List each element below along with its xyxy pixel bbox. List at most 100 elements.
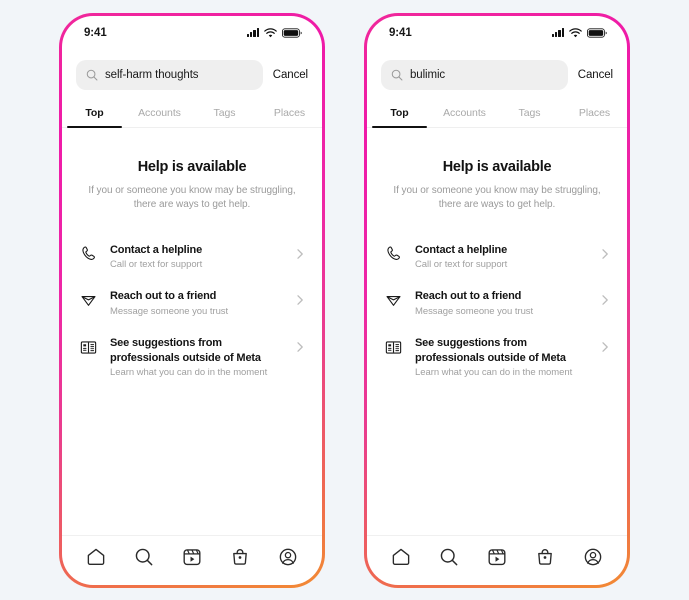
option-title: Reach out to a friend [415, 290, 522, 303]
option-title: Contact a helpline [415, 243, 508, 256]
tab-accounts[interactable]: Accounts [127, 101, 192, 127]
profile-icon [583, 547, 603, 567]
nav-home[interactable] [81, 544, 111, 570]
tab-top[interactable]: Top [367, 101, 432, 128]
tab-top[interactable]: Top [62, 101, 127, 128]
status-time: 9:41 [389, 26, 412, 39]
help-content: Help is available If you or someone you … [62, 128, 322, 535]
option-description: Call or text for support [415, 259, 508, 271]
help-subtitle: If you or someone you know may be strugg… [88, 184, 296, 211]
cancel-button[interactable]: Cancel [273, 69, 308, 81]
book-icon [383, 337, 403, 357]
option-text: Contact a helpline Call or text for supp… [110, 243, 282, 272]
screenshot-stage: 9:41 self-harm thoughts Cancel Top Accou… [0, 0, 689, 600]
chevron-right-icon [294, 289, 306, 306]
bottom-navigation-bar [62, 534, 322, 585]
option-text: Contact a helpline Call or text for supp… [415, 243, 587, 272]
send-icon [78, 290, 98, 310]
shop-icon [535, 547, 555, 567]
shop-icon [230, 547, 250, 567]
nav-home[interactable] [386, 544, 416, 570]
search-icon [391, 69, 403, 81]
send-icon [383, 290, 403, 310]
reels-icon [182, 547, 202, 567]
battery-icon [282, 27, 302, 38]
option-text: Reach out to a friend Message someone yo… [415, 289, 587, 318]
book-icon [78, 337, 98, 357]
option-contact-helpline[interactable]: Contact a helpline Call or text for supp… [76, 234, 308, 281]
option-title: Contact a helpline [110, 243, 203, 256]
status-time: 9:41 [84, 26, 107, 39]
chevron-right-icon [294, 336, 306, 353]
search-input-value: bulimic [410, 68, 446, 81]
search-input[interactable]: self-harm thoughts [76, 59, 263, 90]
option-text: Reach out to a friend Message someone yo… [110, 289, 282, 318]
option-title: See suggestions from professionals outsi… [415, 337, 566, 364]
tab-places[interactable]: Places [257, 101, 322, 127]
tab-places[interactable]: Places [562, 101, 627, 127]
search-input[interactable]: bulimic [381, 59, 568, 90]
phone-screen-1: 9:41 self-harm thoughts Cancel Top Accou… [62, 15, 322, 585]
nav-shop[interactable] [530, 544, 560, 570]
bottom-navigation-bar [367, 534, 627, 585]
reels-icon [487, 547, 507, 567]
option-contact-helpline[interactable]: Contact a helpline Call or text for supp… [381, 234, 613, 281]
help-title: Help is available [137, 158, 247, 175]
home-icon [391, 547, 411, 567]
chevron-right-icon [599, 289, 611, 306]
search-tabs: Top Accounts Tags Places [62, 101, 322, 128]
option-professional-suggestions[interactable]: See suggestions from professionals outsi… [381, 327, 613, 388]
phone-mockup-2: 9:41 bulimic Cancel Top Accounts Tags Pl… [364, 12, 630, 588]
nav-reels[interactable] [177, 544, 207, 570]
option-title: See suggestions from professionals outsi… [110, 337, 261, 364]
search-icon [439, 547, 459, 567]
option-description: Learn what you can do in the moment [415, 367, 573, 379]
search-icon [134, 547, 154, 567]
help-title: Help is available [442, 158, 552, 175]
phone-mockup-1: 9:41 self-harm thoughts Cancel Top Accou… [59, 12, 325, 588]
option-description: Learn what you can do in the moment [110, 367, 268, 379]
option-text: See suggestions from professionals outsi… [415, 336, 587, 379]
search-input-value: self-harm thoughts [105, 68, 199, 81]
status-bar: 9:41 [367, 16, 627, 50]
chevron-right-icon [599, 336, 611, 353]
nav-profile[interactable] [273, 544, 303, 570]
option-reach-out-friend[interactable]: Reach out to a friend Message someone yo… [76, 280, 308, 327]
profile-icon [278, 547, 298, 567]
nav-profile[interactable] [578, 544, 608, 570]
nav-search[interactable] [434, 544, 464, 570]
phone-screen-2: 9:41 bulimic Cancel Top Accounts Tags Pl… [367, 15, 627, 585]
cancel-button[interactable]: Cancel [578, 69, 613, 81]
signal-bars-icon [246, 28, 259, 37]
wifi-icon [264, 27, 277, 38]
option-reach-out-friend[interactable]: Reach out to a friend Message someone yo… [381, 280, 613, 327]
nav-shop[interactable] [225, 544, 255, 570]
nav-search[interactable] [129, 544, 159, 570]
chevron-right-icon [294, 243, 306, 260]
option-description: Message someone you trust [110, 305, 229, 317]
status-icons [551, 27, 607, 38]
help-options-list: Contact a helpline Call or text for supp… [381, 234, 613, 389]
status-bar: 9:41 [62, 16, 322, 50]
option-title: Reach out to a friend [110, 290, 217, 303]
tab-tags[interactable]: Tags [192, 101, 257, 127]
search-icon [86, 69, 98, 81]
option-text: See suggestions from professionals outsi… [110, 336, 282, 379]
wifi-icon [569, 27, 582, 38]
option-description: Call or text for support [110, 259, 203, 271]
help-content: Help is available If you or someone you … [367, 128, 627, 535]
search-row: self-harm thoughts Cancel [62, 50, 322, 101]
option-professional-suggestions[interactable]: See suggestions from professionals outsi… [76, 327, 308, 388]
option-description: Message someone you trust [415, 305, 534, 317]
battery-icon [587, 27, 607, 38]
signal-bars-icon [551, 28, 564, 37]
tab-tags[interactable]: Tags [497, 101, 562, 127]
tab-accounts[interactable]: Accounts [432, 101, 497, 127]
search-row: bulimic Cancel [367, 50, 627, 101]
nav-reels[interactable] [482, 544, 512, 570]
chevron-right-icon [599, 243, 611, 260]
home-icon [86, 547, 106, 567]
help-options-list: Contact a helpline Call or text for supp… [76, 234, 308, 389]
phone-icon [383, 244, 403, 264]
phone-icon [78, 244, 98, 264]
